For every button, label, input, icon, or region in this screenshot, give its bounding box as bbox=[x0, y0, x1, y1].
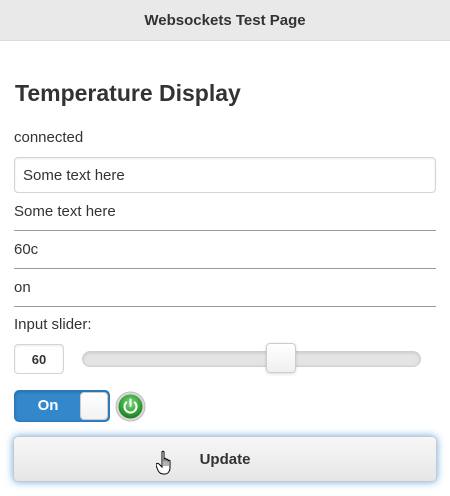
temperature-value: 60c bbox=[14, 241, 39, 258]
slider-value-input[interactable] bbox=[14, 344, 64, 374]
slider-label: Input slider: bbox=[14, 316, 92, 333]
switch-state-value: on bbox=[14, 279, 31, 296]
switch-handle[interactable] bbox=[80, 392, 108, 420]
echo-text-value: Some text here bbox=[14, 203, 116, 220]
temperature-row: 60c bbox=[14, 231, 436, 269]
header-title: Websockets Test Page bbox=[144, 11, 306, 29]
on-off-switch[interactable]: On bbox=[14, 390, 110, 422]
echo-text-row: Some text here bbox=[14, 193, 436, 231]
switch-state-row: on bbox=[14, 269, 436, 307]
power-icon bbox=[115, 391, 146, 422]
slider-track[interactable] bbox=[82, 351, 421, 367]
connection-status: connected bbox=[14, 129, 84, 146]
hand-pointer-icon bbox=[155, 450, 176, 476]
slider-handle[interactable] bbox=[266, 343, 296, 373]
page-header: Websockets Test Page bbox=[0, 0, 450, 41]
switch-label: On bbox=[37, 397, 59, 414]
page-title: Temperature Display bbox=[15, 80, 241, 106]
text-input[interactable] bbox=[14, 157, 436, 193]
update-button[interactable]: Update bbox=[13, 436, 437, 482]
